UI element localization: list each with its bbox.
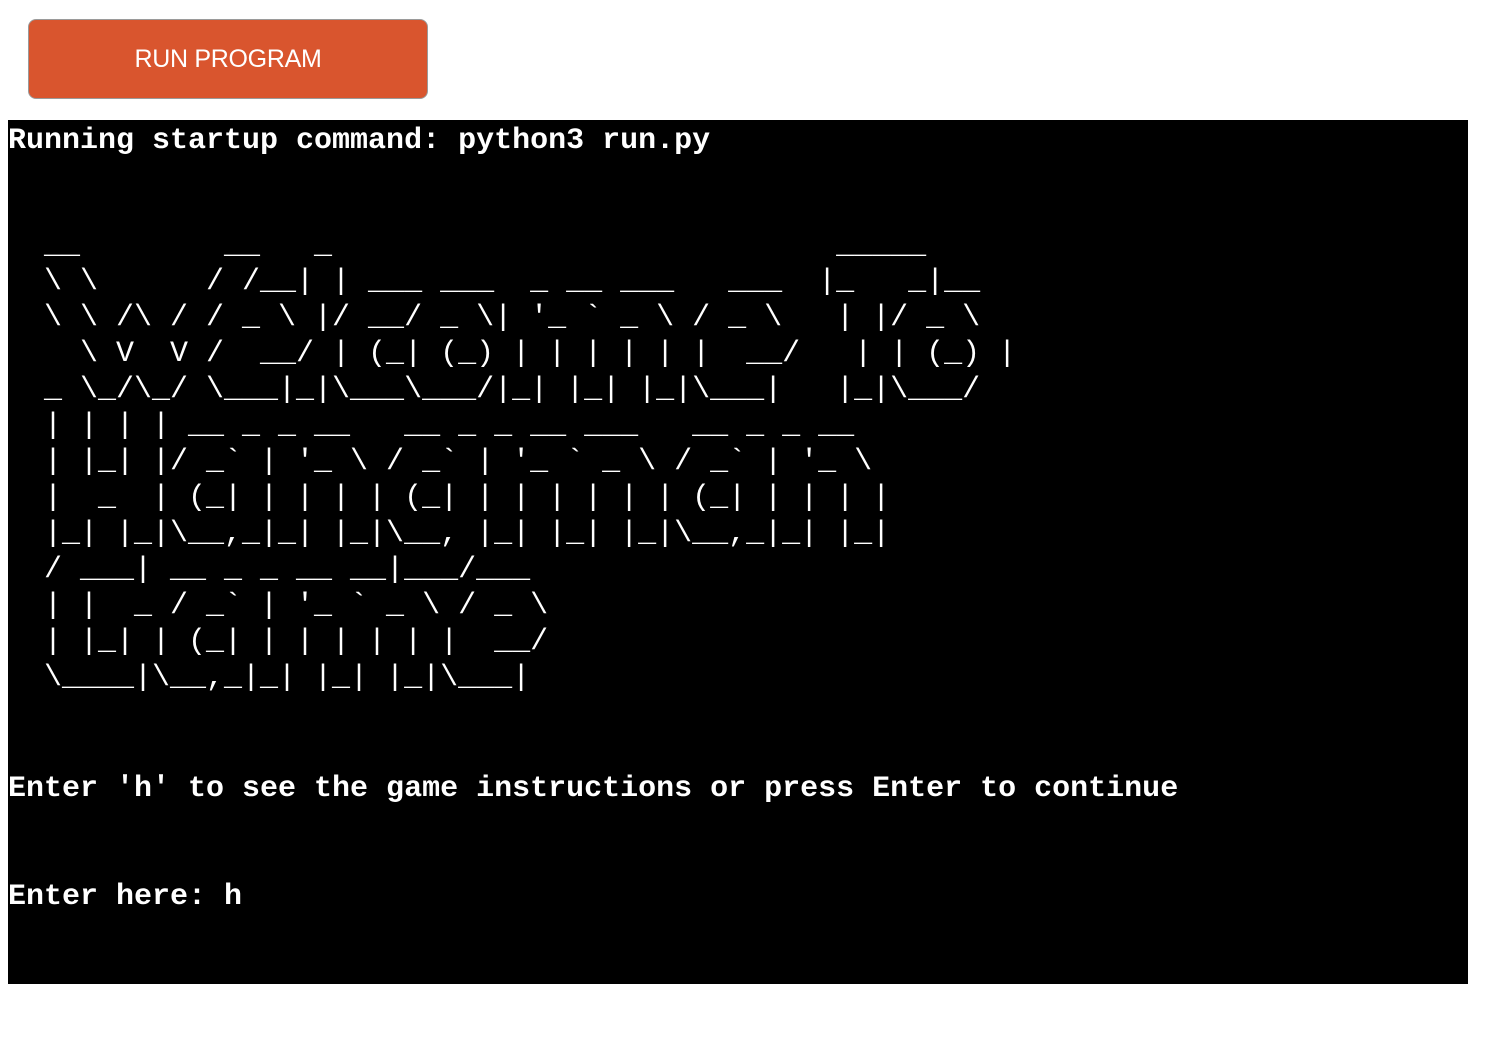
run-program-label: RUN PROGRAM [134, 44, 322, 73]
run-program-button[interactable]: RUN PROGRAM [28, 19, 428, 99]
user-input-value[interactable]: h [224, 880, 242, 914]
startup-command-line: Running startup command: python3 run.py [8, 124, 711, 158]
input-prefix: Enter here: [8, 880, 225, 914]
instructions-prompt-line: Enter 'h' to see the game instructions o… [8, 772, 1179, 806]
input-line[interactable]: Enter here: h [8, 879, 242, 915]
terminal-window[interactable]: Running startup command: python3 run.py … [8, 120, 1468, 984]
welcome-banner-ascii-art: __ __ _ _____ \ \ / /__| | ___ ___ _ __ … [44, 229, 1017, 695]
